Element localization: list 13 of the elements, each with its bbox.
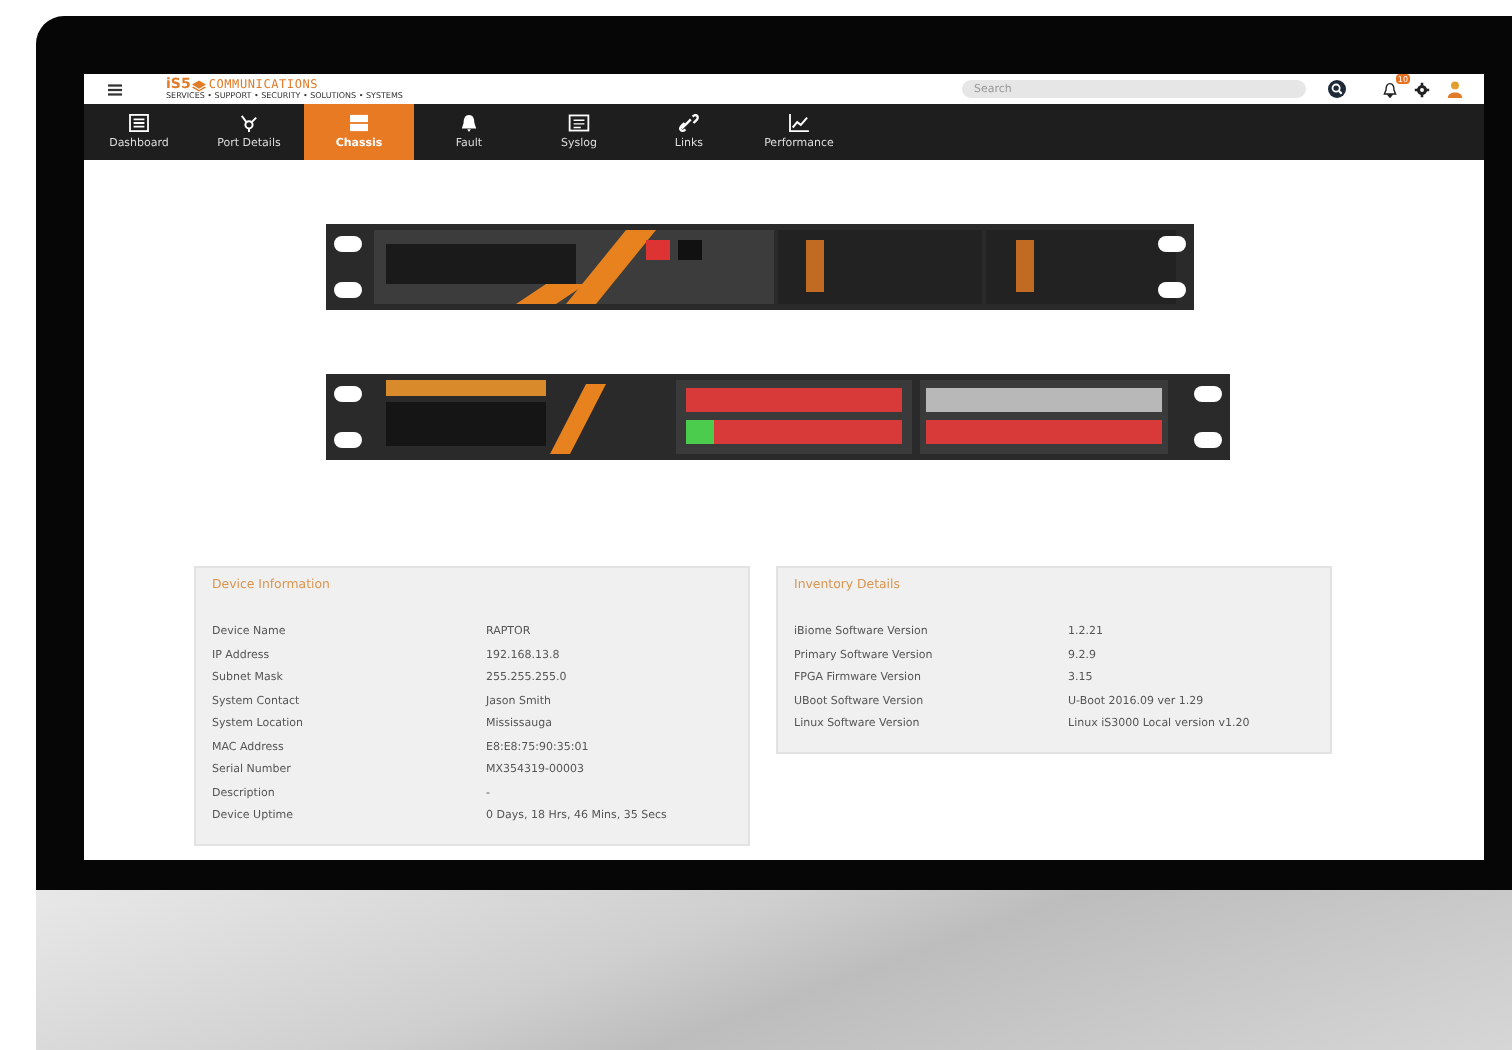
- user-icon[interactable]: [1446, 80, 1464, 98]
- bell-icon[interactable]: [1382, 81, 1398, 97]
- menu-icon[interactable]: [108, 83, 122, 95]
- link-icon: [678, 114, 700, 132]
- server-icon: [348, 114, 370, 132]
- hub-icon: [238, 114, 260, 132]
- chart-icon: [788, 114, 810, 132]
- list-icon: [128, 114, 150, 132]
- logo-icon: [192, 79, 207, 91]
- bell-icon: [458, 114, 480, 132]
- settings-icon[interactable]: [1414, 81, 1430, 97]
- log-icon: [568, 114, 590, 132]
- search-icon[interactable]: [1328, 80, 1346, 98]
